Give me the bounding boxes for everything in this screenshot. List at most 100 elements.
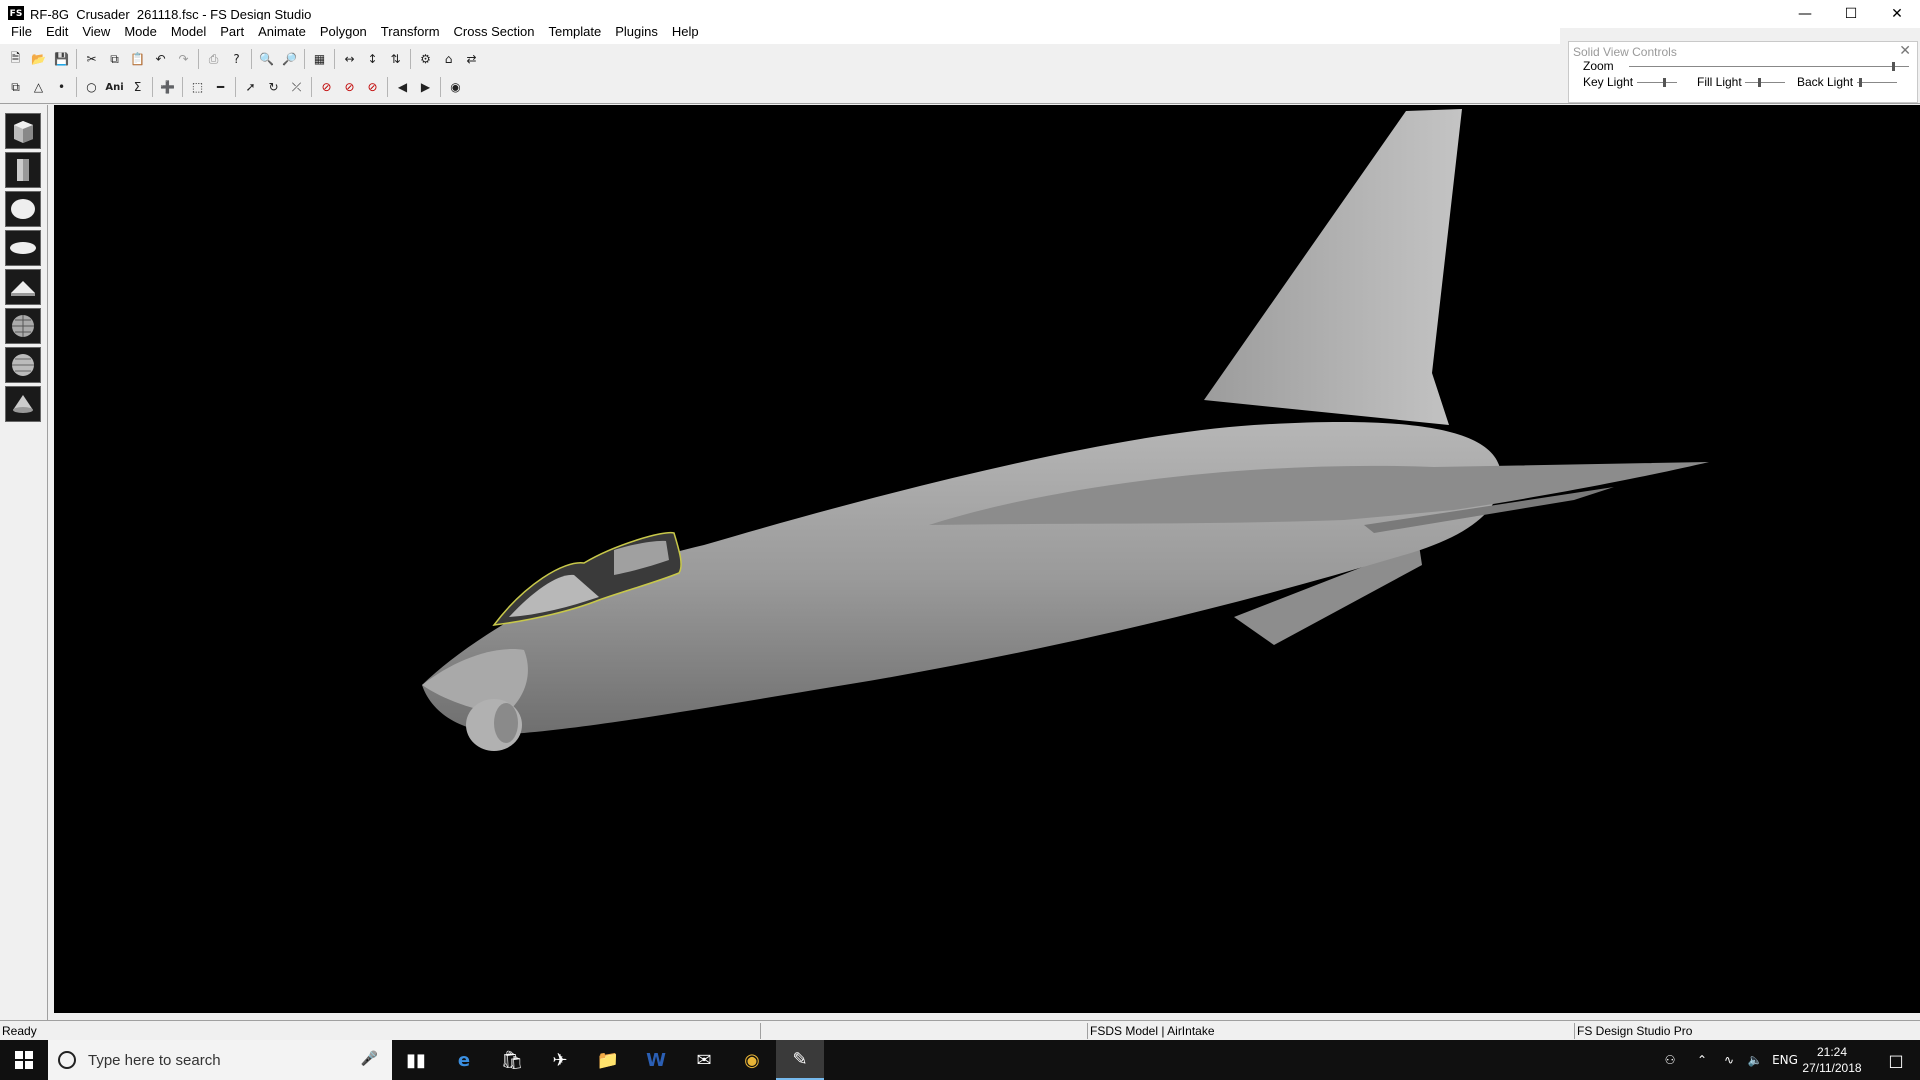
binoculars-icon[interactable]: ◉ bbox=[444, 76, 467, 99]
redo-icon[interactable]: ↷ bbox=[172, 48, 195, 71]
cylinder-icon bbox=[17, 159, 29, 181]
zoom-slider[interactable] bbox=[1629, 60, 1909, 74]
file-explorer-icon[interactable]: 📁 bbox=[584, 1040, 632, 1080]
copy-part-icon[interactable]: ⧉ bbox=[4, 76, 27, 99]
panel-title: Solid View Controls bbox=[1573, 45, 1677, 59]
fill-light-label: Fill Light bbox=[1697, 75, 1742, 89]
minimize-icon[interactable]: — bbox=[1782, 0, 1828, 28]
chrome-icon[interactable]: ◉ bbox=[728, 1040, 776, 1080]
menu-mode[interactable]: Mode bbox=[117, 20, 164, 44]
prev-icon[interactable]: ◀ bbox=[391, 76, 414, 99]
globe-a-shape-button[interactable] bbox=[5, 308, 41, 344]
view-c-icon[interactable]: ⇄ bbox=[460, 48, 483, 71]
scale-icon[interactable]: ⤫ bbox=[285, 76, 308, 99]
menu-template[interactable]: Template bbox=[541, 20, 608, 44]
flip-x-icon[interactable]: ↔ bbox=[338, 48, 361, 71]
next-icon[interactable]: ▶ bbox=[414, 76, 437, 99]
taskbar-search[interactable]: Type here to search 🎤 bbox=[48, 1040, 392, 1080]
toolbar-separator bbox=[440, 77, 441, 97]
menu-edit[interactable]: Edit bbox=[39, 20, 75, 44]
copy-icon[interactable]: ⧉ bbox=[103, 48, 126, 71]
view-b-icon[interactable]: ⌂ bbox=[437, 48, 460, 71]
store-icon[interactable]: 🛍 bbox=[488, 1040, 536, 1080]
triangle-icon[interactable]: △ bbox=[27, 76, 50, 99]
edge-icon[interactable]: e bbox=[440, 1040, 488, 1080]
solid-view-controls-panel: Solid View Controls ✕ Zoom Key Light Fil… bbox=[1568, 41, 1918, 103]
paste-icon[interactable]: 📋 bbox=[126, 48, 149, 71]
toolbar-separator bbox=[311, 77, 312, 97]
3d-viewport[interactable] bbox=[54, 105, 1920, 1013]
notifications-icon[interactable]: □ bbox=[1872, 1040, 1920, 1080]
red-a-icon[interactable]: ⊘ bbox=[315, 76, 338, 99]
view-a-icon[interactable]: ⚙ bbox=[414, 48, 437, 71]
key-light-slider[interactable] bbox=[1637, 76, 1677, 90]
measure-icon[interactable]: ━ bbox=[209, 76, 232, 99]
start-button[interactable] bbox=[0, 1040, 48, 1080]
menu-animate[interactable]: Animate bbox=[251, 20, 313, 44]
close-icon[interactable]: ✕ bbox=[1874, 0, 1920, 28]
open-file-icon[interactable]: 📂 bbox=[27, 48, 50, 71]
zoom-in-icon[interactable]: 🔍 bbox=[255, 48, 278, 71]
point-icon[interactable]: • bbox=[50, 76, 73, 99]
flip-z-icon[interactable]: ⇅ bbox=[384, 48, 407, 71]
menu-view[interactable]: View bbox=[75, 20, 117, 44]
cube-shape-button[interactable] bbox=[5, 113, 41, 149]
zoom-out-icon[interactable]: 🔎 bbox=[278, 48, 301, 71]
help-icon[interactable]: ? bbox=[225, 48, 248, 71]
select-icon[interactable]: ⬚ bbox=[186, 76, 209, 99]
language-indicator[interactable]: ENG bbox=[1768, 1053, 1802, 1067]
add-icon[interactable]: ➕ bbox=[156, 76, 179, 99]
volume-icon[interactable]: 🔈 bbox=[1742, 1053, 1768, 1067]
menu-plugins[interactable]: Plugins bbox=[608, 20, 665, 44]
zoom-slider-thumb[interactable] bbox=[1892, 62, 1895, 71]
red-b-icon[interactable]: ⊘ bbox=[338, 76, 361, 99]
back-light-slider[interactable] bbox=[1857, 76, 1897, 90]
flip-y-icon[interactable]: ↕ bbox=[361, 48, 384, 71]
wifi-icon[interactable]: ∿ bbox=[1716, 1053, 1742, 1067]
print-icon[interactable]: ⎙ bbox=[202, 48, 225, 71]
menu-file[interactable]: File bbox=[4, 20, 39, 44]
word-icon[interactable]: W bbox=[632, 1040, 680, 1080]
clock-date: 27/11/2018 bbox=[1802, 1061, 1862, 1075]
rotate-icon[interactable]: ↻ bbox=[262, 76, 285, 99]
new-file-icon[interactable]: 🗎 bbox=[4, 48, 27, 71]
microphone-icon[interactable]: 🎤 bbox=[361, 1051, 378, 1067]
red-c-icon[interactable]: ⊘ bbox=[361, 76, 384, 99]
fs-design-studio-taskbar-icon[interactable]: ✎ bbox=[776, 1040, 824, 1080]
wedge-shape-button[interactable] bbox=[5, 269, 41, 305]
fill-light-slider[interactable] bbox=[1745, 76, 1785, 90]
toolbar-separator bbox=[152, 77, 153, 97]
menu-model[interactable]: Model bbox=[164, 20, 213, 44]
key-light-slider-thumb[interactable] bbox=[1663, 78, 1666, 87]
flight-sim-icon[interactable]: ✈ bbox=[536, 1040, 584, 1080]
people-icon[interactable]: ⚇ bbox=[1652, 1053, 1688, 1067]
globe-b-shape-button[interactable] bbox=[5, 347, 41, 383]
ani-icon[interactable]: Ani bbox=[103, 76, 126, 99]
fill-light-slider-thumb[interactable] bbox=[1758, 78, 1761, 87]
menu-transform[interactable]: Transform bbox=[374, 20, 447, 44]
grid-icon[interactable]: ▦ bbox=[308, 48, 331, 71]
move-icon[interactable]: ➚ bbox=[239, 76, 262, 99]
cut-icon[interactable]: ✂ bbox=[80, 48, 103, 71]
ellipsoid-shape-button[interactable] bbox=[5, 230, 41, 266]
sigma-icon[interactable]: Σ bbox=[126, 76, 149, 99]
show-hidden-icon[interactable]: ⌃ bbox=[1688, 1053, 1716, 1067]
task-view-icon[interactable]: ▮▮ bbox=[392, 1040, 440, 1080]
sphere-shape-button[interactable] bbox=[5, 191, 41, 227]
cone-shape-button[interactable] bbox=[5, 386, 41, 422]
back-light-slider-thumb[interactable] bbox=[1859, 78, 1862, 87]
menu-part[interactable]: Part bbox=[213, 20, 251, 44]
window-controls: — ☐ ✕ bbox=[1782, 0, 1920, 28]
menu-help[interactable]: Help bbox=[665, 20, 706, 44]
undo-icon[interactable]: ↶ bbox=[149, 48, 172, 71]
clock[interactable]: 21:24 27/11/2018 bbox=[1800, 1044, 1864, 1076]
menu-polygon[interactable]: Polygon bbox=[313, 20, 374, 44]
ellipsoid-icon bbox=[10, 242, 36, 254]
cylinder-shape-button[interactable] bbox=[5, 152, 41, 188]
save-icon[interactable]: 💾 bbox=[50, 48, 73, 71]
close-icon[interactable]: ✕ bbox=[1899, 43, 1911, 59]
menu-cross-section[interactable]: Cross Section bbox=[447, 20, 542, 44]
circle-icon[interactable]: ○ bbox=[80, 76, 103, 99]
maximize-icon[interactable]: ☐ bbox=[1828, 0, 1874, 28]
mail-icon[interactable]: ✉ bbox=[680, 1040, 728, 1080]
